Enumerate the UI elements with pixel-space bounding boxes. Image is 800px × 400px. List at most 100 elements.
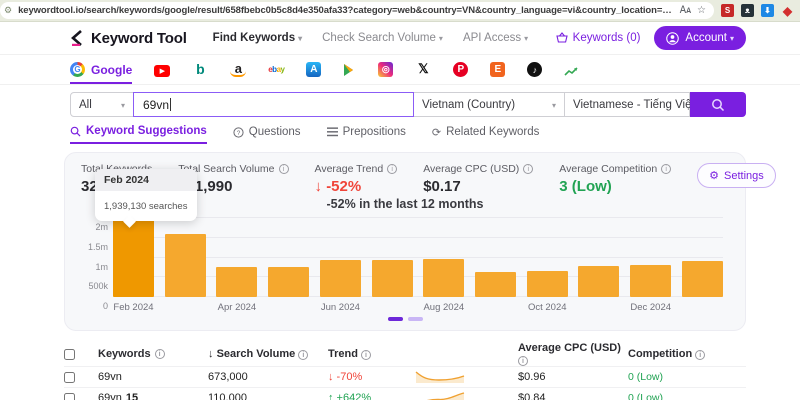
bar-nov-2024[interactable] bbox=[578, 266, 619, 297]
bing-icon: b bbox=[192, 61, 208, 77]
y-axis-tick: 1m bbox=[95, 262, 108, 272]
extension-icon[interactable]: ᴥ bbox=[741, 4, 754, 17]
engine-tab-bing[interactable]: b bbox=[192, 61, 208, 84]
info-icon[interactable] bbox=[155, 349, 165, 359]
bar-may-2024[interactable] bbox=[268, 267, 309, 297]
bar-jun-2024[interactable] bbox=[320, 260, 361, 297]
bar-jan-2025[interactable] bbox=[682, 261, 723, 297]
search-button[interactable] bbox=[690, 92, 746, 117]
search-icon bbox=[711, 98, 725, 112]
x-axis-label bbox=[268, 302, 309, 313]
ebay-icon: ebay bbox=[268, 61, 284, 77]
trend-cell: ↑ +642% bbox=[328, 392, 414, 400]
search-icon bbox=[70, 126, 81, 137]
keyword-tool-logo[interactable]: Keyword Tool bbox=[70, 30, 187, 47]
bar-dec-2024[interactable] bbox=[630, 265, 671, 297]
info-icon[interactable] bbox=[279, 164, 289, 174]
chart-pager bbox=[81, 313, 729, 324]
extension-icon[interactable]: ◆ bbox=[781, 4, 794, 17]
table-row[interactable]: 69vn673,000↓ -70%$0.960 (Low) bbox=[64, 366, 746, 387]
engine-tab-tiktok[interactable]: ♪ bbox=[527, 62, 542, 84]
engine-tab-youtube[interactable]: ▶ bbox=[154, 65, 170, 84]
competition-cell: 0 (Low) bbox=[628, 371, 746, 383]
cpc-cell: $0.84 bbox=[518, 392, 628, 400]
url-text[interactable]: keywordtool.io/search/keywords/google/re… bbox=[18, 5, 674, 16]
overview-card: Total Keywords 32 Total Search Volume 90… bbox=[64, 152, 746, 331]
x-axis-label: Oct 2024 bbox=[527, 302, 568, 313]
account-button[interactable]: Account bbox=[654, 26, 746, 50]
engine-tab-app-store[interactable]: A bbox=[306, 62, 321, 84]
bar-mar-2024[interactable] bbox=[165, 234, 206, 297]
keyword-cell[interactable]: 69vn15 bbox=[98, 392, 208, 400]
info-icon[interactable] bbox=[387, 164, 397, 174]
etsy-icon: E bbox=[490, 62, 505, 77]
engine-tab-google-trends[interactable] bbox=[564, 66, 579, 84]
x-axis-label bbox=[475, 302, 516, 313]
engine-tab-instagram[interactable]: ◎ bbox=[378, 62, 393, 84]
main-nav: Find Keywords Check Search Volume API Ac… bbox=[213, 32, 528, 44]
site-header: Keyword Tool Find Keywords Check Search … bbox=[0, 22, 800, 55]
x-axis-label: Aug 2024 bbox=[423, 302, 464, 313]
row-checkbox[interactable] bbox=[64, 372, 75, 383]
info-icon[interactable] bbox=[298, 350, 308, 360]
trends-icon bbox=[564, 66, 579, 77]
engine-tab-play-store[interactable] bbox=[343, 63, 356, 84]
trend-sparkline bbox=[414, 390, 518, 400]
info-icon[interactable] bbox=[695, 350, 705, 360]
gear-icon: ⚙ bbox=[709, 169, 719, 182]
engine-tab-google[interactable]: G Google bbox=[70, 62, 132, 84]
tab-keyword-suggestions[interactable]: Keyword Suggestions bbox=[70, 126, 207, 144]
select-all-checkbox[interactable] bbox=[64, 349, 75, 360]
engine-tab-x-twitter[interactable]: 𝕏 bbox=[415, 61, 431, 84]
competition-cell: 0 (Low) bbox=[628, 392, 746, 400]
address-bar[interactable]: ⚙ keywordtool.io/search/keywords/google/… bbox=[0, 2, 714, 19]
scope-select[interactable]: All bbox=[70, 92, 134, 117]
settings-button[interactable]: ⚙ Settings bbox=[697, 163, 776, 188]
country-select[interactable]: Vietnam (Country) bbox=[413, 92, 565, 117]
bar-apr-2024[interactable] bbox=[216, 267, 257, 297]
x-axis-label: Dec 2024 bbox=[630, 302, 671, 313]
trend-sparkline bbox=[414, 369, 518, 386]
nav-api-access[interactable]: API Access bbox=[463, 32, 528, 44]
info-icon[interactable] bbox=[518, 356, 528, 366]
x-axis-label bbox=[372, 302, 413, 313]
bar-oct-2024[interactable] bbox=[527, 271, 568, 297]
bar-aug-2024[interactable] bbox=[423, 259, 464, 297]
row-checkbox[interactable] bbox=[64, 393, 75, 400]
keyword-input[interactable]: 69vn bbox=[133, 92, 414, 117]
bar-jul-2024[interactable] bbox=[372, 260, 413, 297]
chart-plot-area: 0500k1m1.5m2m bbox=[113, 218, 723, 297]
info-icon[interactable] bbox=[361, 350, 371, 360]
language-select[interactable]: Vietnamese - Tiếng Việt bbox=[564, 92, 690, 117]
keyword-cell[interactable]: 69vn bbox=[98, 371, 208, 383]
trend-cell: ↓ -70% bbox=[328, 371, 414, 383]
youtube-icon: ▶ bbox=[154, 65, 170, 77]
tab-related-keywords[interactable]: ⟳ Related Keywords bbox=[432, 126, 540, 144]
sort-arrow[interactable]: ↓ bbox=[208, 348, 214, 360]
nav-find-keywords[interactable]: Find Keywords bbox=[213, 32, 302, 44]
info-icon[interactable] bbox=[661, 164, 671, 174]
engine-tab-pinterest[interactable]: P bbox=[453, 62, 468, 84]
extension-icon[interactable]: S bbox=[721, 4, 734, 17]
chart-x-axis-labels: Feb 2024Apr 2024Jun 2024Aug 2024Oct 2024… bbox=[113, 302, 723, 313]
extension-icon[interactable]: ⬇ bbox=[761, 4, 774, 17]
logo-icon bbox=[70, 30, 85, 46]
engine-tab-ebay[interactable]: ebay bbox=[268, 61, 284, 84]
keywords-cart-link[interactable]: Keywords (0) bbox=[556, 32, 641, 44]
table-row[interactable]: 69vn15110,000↑ +642%$0.840 (Low) bbox=[64, 387, 746, 400]
pager-dot[interactable] bbox=[408, 317, 423, 321]
tab-prepositions[interactable]: Prepositions bbox=[327, 126, 406, 144]
engine-tab-amazon[interactable]: a bbox=[230, 61, 246, 84]
info-icon[interactable] bbox=[523, 164, 533, 174]
tab-questions[interactable]: ? Questions bbox=[233, 126, 301, 144]
nav-check-search-volume[interactable]: Check Search Volume bbox=[322, 32, 443, 44]
bar-feb-2024[interactable] bbox=[113, 220, 154, 297]
bar-sep-2024[interactable] bbox=[475, 272, 516, 297]
cpc-cell: $0.96 bbox=[518, 371, 628, 383]
keywords-table: Keywords ↓ Search Volume Trend Average C… bbox=[64, 342, 746, 400]
pager-dot-active[interactable] bbox=[388, 317, 403, 321]
bookmark-star-icon[interactable]: ☆ bbox=[697, 5, 706, 16]
translate-icon[interactable]: 🗛 bbox=[680, 5, 691, 16]
tune-icon: ⚙ bbox=[4, 5, 12, 16]
engine-tab-etsy[interactable]: E bbox=[490, 62, 505, 84]
